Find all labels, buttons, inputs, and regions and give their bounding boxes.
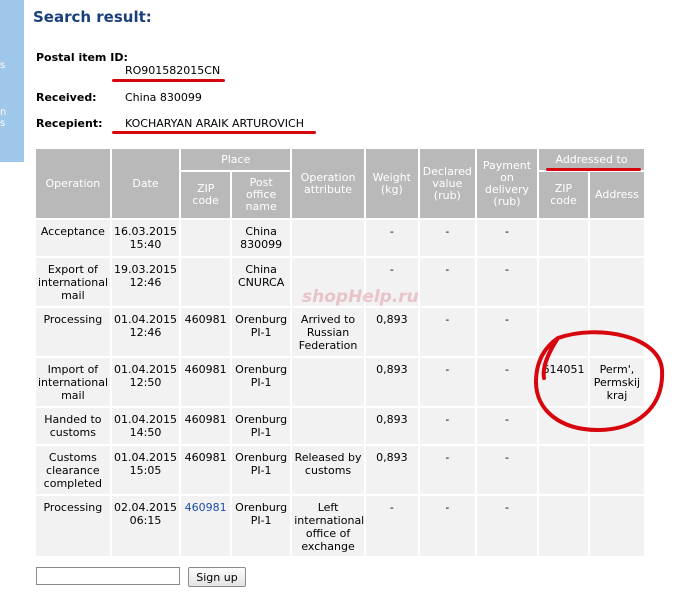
cell-weight: 0,893 [365,408,418,444]
cell-operation: Acceptance [36,220,110,256]
postal-item-label: Postal item ID: [36,51,128,64]
header-date: Date [111,149,180,218]
cell-declared: - [419,220,475,256]
header-payment-on-delivery: Payment on delivery (rub) [476,149,538,218]
cell-declared: - [419,446,475,494]
postal-item-value: RO901582015CN [125,64,221,77]
cell-operation: Handed to customs [36,408,110,444]
sidebar-fragment: s [0,118,6,129]
cell-post-office: Orenburg PI-1 [232,308,291,356]
cell-date: 01.04.2015 14:50 [111,408,180,444]
header-zip-code: ZIP code [181,172,231,218]
cell-attribute: Released by customs [292,446,364,494]
cell-declared: - [419,358,475,406]
red-underline-annotation [112,79,225,82]
cell-address-zip [539,258,588,306]
sidebar-fragment: n [0,107,7,118]
cell-operation: Import of international mail [36,358,110,406]
cell-attribute [292,220,364,256]
sidebar-fragment: s [0,60,6,71]
red-underline-annotation [112,131,316,134]
cell-date: 01.04.2015 12:50 [111,358,180,406]
header-address: Address [589,172,644,218]
cell-post-office: China 830099 [232,220,291,256]
table-row: Acceptance 16.03.2015 15:40 China 830099… [36,220,644,256]
header-operation-attribute: Operation attribute [292,149,364,218]
cell-post-office: Orenburg PI-1 [232,358,291,406]
cell-zip: 460981 [181,446,231,494]
cell-zip [181,258,231,306]
cell-zip: 460981 [181,358,231,406]
cell-attribute: Arrived to Russian Federation [292,308,364,356]
left-sidebar-strip: s n s [0,0,24,162]
header-place: Place [181,149,291,170]
cell-weight: 0,893 [365,446,418,494]
header-addressed-to: Addressed to [539,149,644,170]
cell-post-office: Orenburg PI-1 [232,446,291,494]
received-value: China 830099 [125,91,202,104]
cell-attribute [292,408,364,444]
cell-payment: - [476,220,538,256]
received-label: Received: [36,91,97,104]
cell-date: 02.04.2015 06:15 [111,496,180,556]
red-circle-annotation [533,330,665,433]
header-operation: Operation [36,149,110,218]
cell-address [589,220,644,256]
header-post-office-name: Post office name [232,172,291,218]
cell-post-office: China CNURCA [232,258,291,306]
cell-operation: Export of international mail [36,258,110,306]
cell-date: 16.03.2015 15:40 [111,220,180,256]
cell-operation: Processing [36,308,110,356]
table-row: Processing 02.04.2015 06:15 460981 Orenb… [36,496,644,556]
cell-operation: Customs clearance completed [36,446,110,494]
watermark: shopHelp.ru [302,287,419,307]
cell-zip: 460981 [181,408,231,444]
cell-attribute [292,358,364,406]
table-row: Customs clearance completed 01.04.2015 1… [36,446,644,494]
cell-weight: 0,893 [365,358,418,406]
recipient-label: Recepient: [36,117,103,130]
cell-weight: - [365,496,418,556]
cell-zip [181,220,231,256]
cell-declared: - [419,308,475,356]
cell-zip-link[interactable]: 460981 [181,496,231,556]
cell-zip: 460981 [181,308,231,356]
sign-up-button[interactable]: Sign up [188,567,246,587]
cell-attribute: Left international office of exchange [292,496,364,556]
header-weight: Weight (kg) [365,149,418,218]
cell-date: 01.04.2015 12:46 [111,308,180,356]
cell-declared: - [419,408,475,444]
search-input[interactable] [36,567,180,585]
red-underline-annotation [546,168,641,171]
cell-weight: 0,893 [365,308,418,356]
recipient-value: KOCHARYAN ARAIK ARTUROVICH [125,117,304,130]
cell-address-zip [539,496,588,556]
cell-payment: - [476,496,538,556]
cell-post-office: Orenburg PI-1 [232,408,291,444]
header-address-zip-code: ZIP code [539,172,588,218]
cell-weight: - [365,220,418,256]
cell-declared: - [419,258,475,306]
cell-operation: Processing [36,496,110,556]
cell-address-zip [539,446,588,494]
cell-address [589,496,644,556]
cell-payment: - [476,446,538,494]
header-declared-value: Declared value (rub) [419,149,475,218]
page-title: Search result: [33,8,152,26]
cell-date: 01.04.2015 15:05 [111,446,180,494]
cell-post-office: Orenburg PI-1 [232,496,291,556]
cell-date: 19.03.2015 12:46 [111,258,180,306]
cell-payment: - [476,258,538,306]
cell-address [589,258,644,306]
cell-declared: - [419,496,475,556]
cell-address [589,446,644,494]
cell-address-zip [539,220,588,256]
